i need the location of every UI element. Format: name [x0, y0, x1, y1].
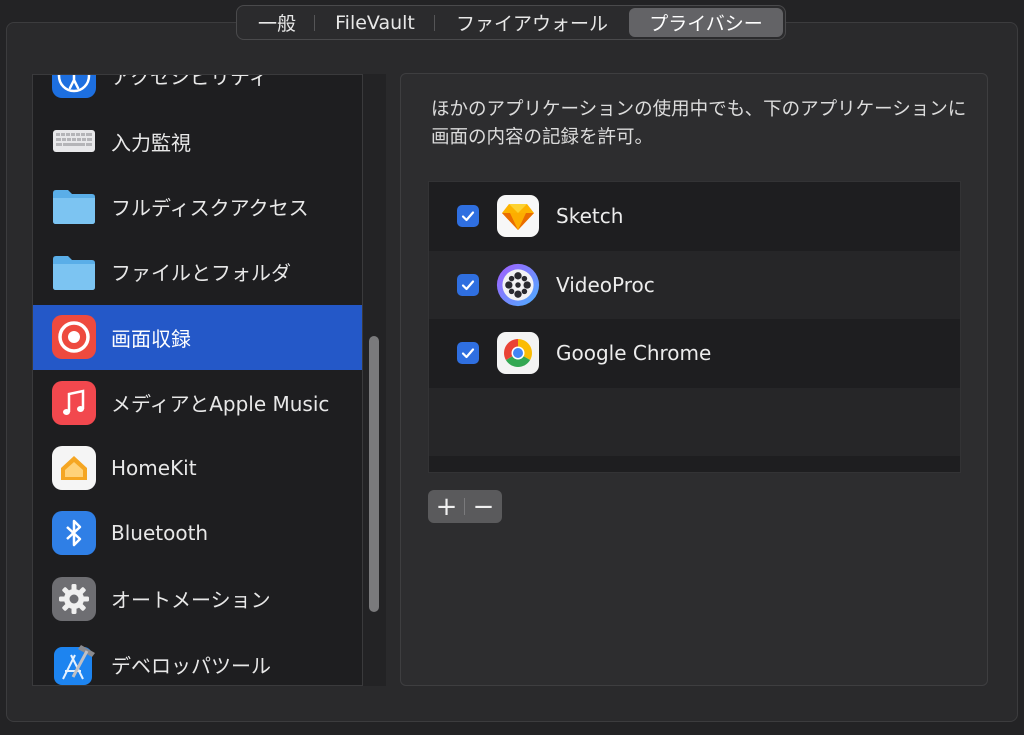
folder-icon: [51, 249, 97, 295]
sidebar-item-developer-tools[interactable]: デベロッパツール: [33, 632, 362, 685]
system-preferences-window: 一般 FileVault ファイアウォール プライバシー アクセシビリティ 入力…: [0, 0, 1024, 735]
folder-icon: [51, 183, 97, 229]
tab-firewall[interactable]: ファイアウォール: [435, 8, 629, 37]
tab-filevault[interactable]: FileVault: [315, 8, 435, 37]
checkmark-icon: [461, 211, 475, 222]
sidebar-item-label: 画面収録: [111, 326, 191, 351]
sidebar-item-label: オートメーション: [111, 588, 271, 613]
empty-row: [429, 387, 960, 456]
sidebar-item-input-monitoring[interactable]: 入力監視: [33, 108, 362, 173]
screen-recording-panel: ほかのアプリケーションの使用中でも、下のアプリケーションに画面の内容の記録を許可…: [400, 73, 988, 686]
sidebar-item-label: 入力監視: [111, 130, 191, 155]
accessibility-icon: [51, 75, 97, 99]
checkmark-icon: [461, 280, 475, 290]
sidebar-item-bluetooth[interactable]: Bluetooth: [33, 501, 362, 566]
sidebar-scrollbar[interactable]: [362, 74, 386, 686]
permission-description: ほかのアプリケーションの使用中でも、下のアプリケーションに画面の内容の記録を許可…: [431, 99, 967, 148]
app-permission-list[interactable]: Sketch VideoProc Google Chrome: [428, 181, 961, 473]
sidebar-item-label: メディアとApple Music: [111, 392, 330, 417]
tab-privacy[interactable]: プライバシー: [629, 8, 783, 37]
screen-recording-icon: [51, 314, 97, 360]
app-name: Google Chrome: [556, 341, 712, 366]
chrome-icon: [496, 331, 540, 375]
app-name: Sketch: [556, 204, 624, 229]
videoproc-checkbox[interactable]: [457, 273, 479, 296]
sidebar-item-homekit[interactable]: HomeKit: [33, 435, 362, 500]
keyboard-icon: [51, 118, 97, 164]
sketch-checkbox[interactable]: [457, 205, 479, 228]
scrollbar-thumb[interactable]: [369, 336, 379, 612]
privacy-category-list[interactable]: アクセシビリティ 入力監視 フルディスクアクセス ファイルとフォルダ 画面収録 …: [32, 74, 386, 686]
sidebar-item-full-disk-access[interactable]: フルディスクアクセス: [33, 174, 362, 239]
sidebar-item-label: ファイルとフォルダ: [111, 261, 291, 286]
sidebar-item-screen-recording[interactable]: 画面収録: [33, 304, 362, 370]
app-row-google-chrome[interactable]: Google Chrome: [429, 319, 960, 388]
add-remove-control: + −: [428, 490, 502, 523]
bluetooth-icon: [51, 510, 97, 556]
home-icon: [51, 445, 97, 491]
sidebar-item-label: Bluetooth: [111, 521, 209, 546]
videoproc-icon: [496, 263, 540, 307]
sidebar-item-media-apple-music[interactable]: メディアとApple Music: [33, 370, 362, 435]
app-name: VideoProc: [556, 272, 655, 297]
sidebar-item-label: HomeKit: [111, 456, 197, 481]
gear-icon: [51, 576, 97, 622]
security-tabs: 一般 FileVault ファイアウォール プライバシー: [236, 5, 786, 40]
tab-general[interactable]: 一般: [239, 8, 315, 37]
sidebar-item-label: デベロッパツール: [111, 653, 271, 678]
sidebar-item-files-and-folders[interactable]: ファイルとフォルダ: [33, 239, 362, 304]
add-app-button[interactable]: +: [428, 490, 465, 523]
chrome-checkbox[interactable]: [457, 342, 479, 365]
app-row-videoproc[interactable]: VideoProc: [429, 250, 960, 319]
app-row-sketch[interactable]: Sketch: [429, 182, 960, 251]
sketch-icon: [496, 194, 540, 238]
music-icon: [51, 380, 97, 426]
sidebar-item-automation[interactable]: オートメーション: [33, 566, 362, 631]
sidebar-item-label: アクセシビリティ: [111, 74, 269, 90]
sidebar-item-label: フルディスクアクセス: [111, 195, 309, 220]
checkmark-icon: [461, 348, 475, 359]
xcode-icon: [51, 641, 97, 685]
sidebar-item-accessibility[interactable]: アクセシビリティ: [33, 74, 362, 108]
remove-app-button[interactable]: −: [465, 490, 502, 523]
